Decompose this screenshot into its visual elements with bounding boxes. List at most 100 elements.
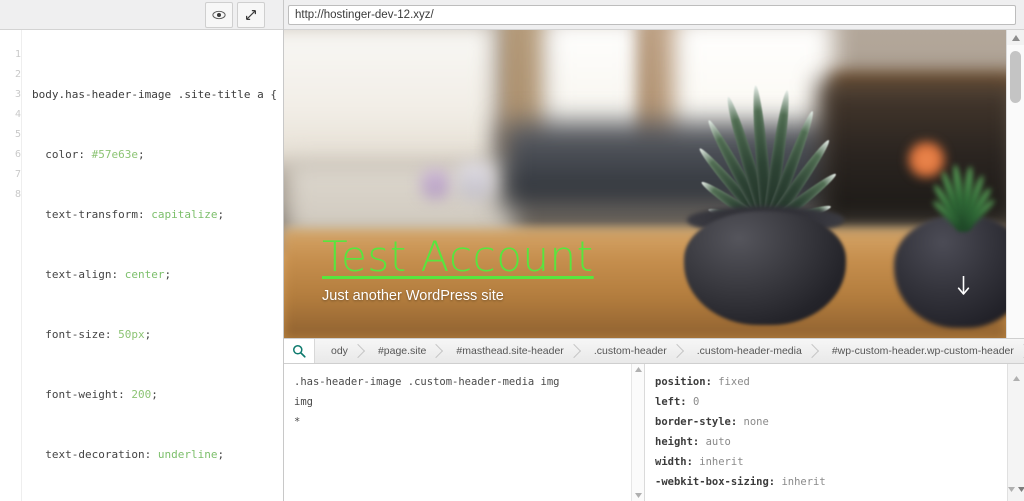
preview-inspector-panel: http://hostinger-dev-12.xyz/ Test Accoun… — [284, 0, 1024, 501]
property-name: width: — [655, 456, 693, 468]
line-number: 8 — [14, 189, 21, 200]
css-property: text-align — [45, 268, 112, 281]
property-row: position: fixed — [655, 372, 997, 392]
scroll-down-button[interactable] — [955, 274, 972, 303]
properties-scroll-down-group[interactable] — [1007, 479, 1024, 497]
property-name: -webkit-box-sizing: — [655, 476, 776, 488]
line-number-gutter: 1 2 3 4 5 6 7 8 — [0, 30, 22, 501]
css-editor-app: 1 2 3 4 5 6 7 8 body.has-header-image .s… — [0, 0, 1024, 501]
css-property: font-weight — [45, 388, 119, 401]
css-value: center — [124, 268, 165, 281]
dom-breadcrumb: ody #page.site #masthead.site-header .cu… — [284, 338, 1024, 364]
breadcrumb-item[interactable]: .custom-header-media — [681, 339, 816, 363]
breadcrumb-item[interactable]: #wp-custom-header.wp-custom-header — [816, 339, 1024, 363]
expand-arrows-icon — [246, 9, 256, 20]
preview-eye-button[interactable] — [205, 1, 233, 28]
arrow-down-icon — [957, 276, 970, 295]
code-line: font-size: 50px; — [45, 328, 152, 341]
photo-plant-right — [883, 116, 1006, 332]
property-name: position: — [655, 376, 712, 388]
line-number: 5 — [14, 129, 21, 140]
css-value: underline — [157, 448, 218, 461]
site-description: Just another WordPress site — [322, 288, 504, 304]
line-number: 6 — [14, 149, 21, 160]
scrollbar-thumb[interactable] — [1010, 51, 1021, 103]
css-property: font-size — [45, 328, 105, 341]
properties-scroll-up-button[interactable] — [1012, 368, 1020, 386]
photo-pot — [684, 211, 847, 325]
css-value: capitalize — [151, 208, 218, 221]
code-line: text-align: center; — [45, 268, 172, 281]
property-value: inherit — [781, 476, 826, 488]
preview-canvas[interactable]: Test Account Just another WordPress site — [284, 30, 1006, 338]
properties-scroll-down-button[interactable] — [1007, 479, 1015, 497]
caret-down-icon — [1007, 487, 1015, 492]
css-value: #57e63e — [91, 148, 138, 161]
property-row: height: auto — [655, 432, 997, 452]
property-value: none — [743, 416, 769, 428]
breadcrumb-item[interactable]: #page.site — [362, 339, 440, 363]
site-branding: Test Account Just another WordPress site — [322, 234, 594, 304]
computed-properties-panel: position: fixed left: 0 border-style: no… — [645, 364, 1024, 501]
property-value: fixed — [718, 376, 750, 388]
property-row: border-style: none — [655, 412, 997, 432]
property-name: height: — [655, 436, 700, 448]
breadcrumb-item[interactable]: ody — [315, 339, 362, 363]
caret-up-icon — [1012, 376, 1020, 381]
breadcrumb-item[interactable]: #masthead.site-header — [440, 339, 577, 363]
css-property: text-transform — [45, 208, 138, 221]
property-row: left: 0 — [655, 392, 997, 412]
breadcrumb-search-button[interactable] — [284, 339, 315, 363]
photo-object-one — [421, 168, 451, 200]
selectors-scrollbar[interactable] — [631, 364, 644, 501]
breadcrumb-list: ody #page.site #masthead.site-header .cu… — [315, 339, 1024, 363]
css-editor[interactable]: 1 2 3 4 5 6 7 8 body.has-header-image .s… — [0, 30, 283, 501]
property-value: inherit — [699, 456, 744, 468]
expand-collapse-button[interactable] — [237, 1, 265, 28]
code-line: text-transform: capitalize; — [45, 208, 225, 221]
line-number: 1 — [14, 49, 21, 60]
properties-scrollbar[interactable] — [1007, 364, 1024, 501]
caret-up-icon — [634, 367, 642, 372]
code-line: text-decoration: underline; — [45, 448, 225, 461]
photo-window-left — [284, 30, 494, 166]
code-line: color: #57e63e; — [45, 148, 145, 161]
caret-down-icon — [634, 493, 642, 498]
css-value: 200 — [131, 388, 152, 401]
selector-list[interactable]: .has-header-image .custom-header-media i… — [284, 364, 631, 501]
css-property: color — [45, 148, 79, 161]
line-number: 2 — [14, 69, 21, 80]
photo-object-two — [457, 162, 494, 200]
css-selector: body.has-header-image .site-title a { — [32, 88, 278, 101]
property-value: 0 — [692, 396, 700, 408]
preview-scrollbar[interactable] — [1006, 30, 1024, 338]
selector-item[interactable]: img — [294, 392, 621, 412]
inspector-panels: .has-header-image .custom-header-media i… — [284, 364, 1024, 501]
url-input[interactable]: http://hostinger-dev-12.xyz/ — [288, 4, 1016, 25]
browser-toolbar: http://hostinger-dev-12.xyz/ — [284, 0, 1024, 30]
caret-up-icon — [1011, 34, 1020, 41]
photo-plant-right-pot — [893, 215, 1006, 328]
selectors-scroll-down-button[interactable] — [634, 493, 642, 498]
code-text-area[interactable]: body.has-header-image .site-title a { co… — [22, 30, 283, 501]
eye-icon — [212, 10, 226, 19]
scrollbar-up-button[interactable] — [1007, 30, 1024, 45]
scrollbar-track[interactable] — [1007, 45, 1024, 338]
breadcrumb-item[interactable]: .custom-header — [578, 339, 681, 363]
site-title-link[interactable]: Test Account — [322, 234, 594, 279]
css-value: 50px — [118, 328, 145, 341]
caret-down-icon — [1017, 487, 1024, 492]
property-name: border-style: — [655, 416, 738, 428]
matched-selectors-panel: .has-header-image .custom-header-media i… — [284, 364, 645, 501]
property-name: left: — [655, 396, 687, 408]
selectors-scroll-up-button[interactable] — [634, 367, 642, 372]
editor-toolbar — [0, 0, 283, 30]
code-line: body.has-header-image .site-title a { — [32, 85, 283, 105]
property-list[interactable]: position: fixed left: 0 border-style: no… — [645, 364, 1007, 501]
code-line: font-weight: 200; — [45, 388, 158, 401]
css-code-panel: 1 2 3 4 5 6 7 8 body.has-header-image .s… — [0, 0, 284, 501]
site-preview-viewport[interactable]: Test Account Just another WordPress site — [284, 30, 1024, 338]
selector-item[interactable]: * — [294, 412, 621, 432]
properties-scroll-end-button[interactable] — [1017, 479, 1024, 497]
selector-item[interactable]: .has-header-image .custom-header-media i… — [294, 372, 621, 392]
